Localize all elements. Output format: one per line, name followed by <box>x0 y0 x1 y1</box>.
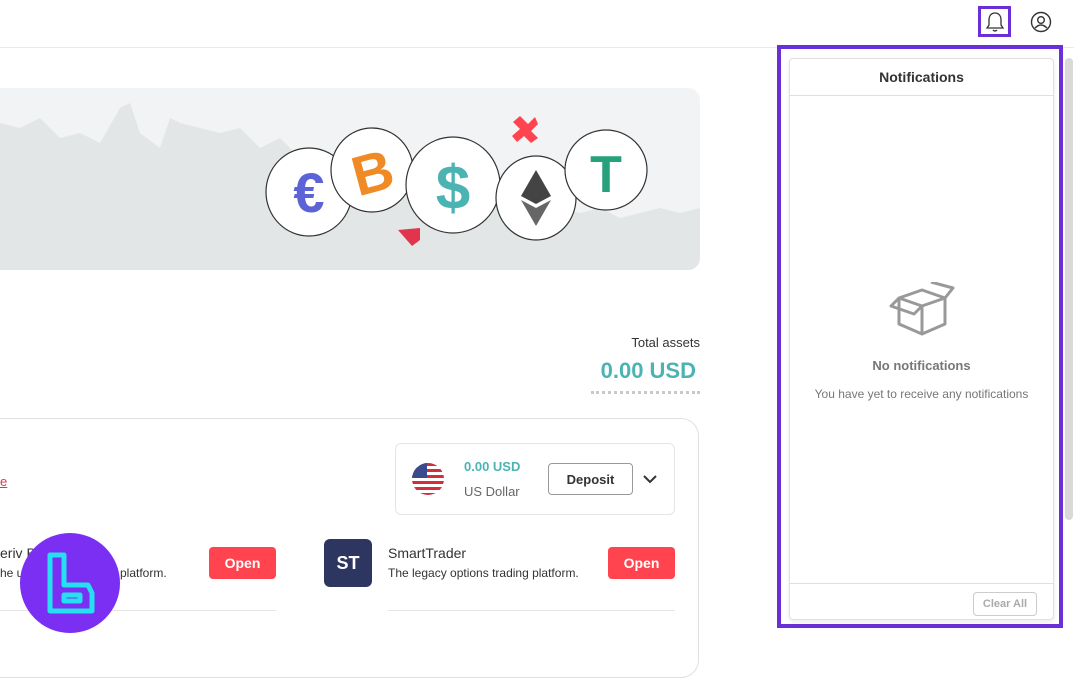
ethereum-coin-icon <box>495 155 577 241</box>
hero-banner: € B $ T <box>0 88 700 270</box>
watermark-logo <box>20 533 120 633</box>
row-divider-2 <box>388 610 675 611</box>
red-cross-shape <box>512 116 538 143</box>
notifications-panel: Notifications No notifications You have … <box>789 58 1054 620</box>
open-button-2[interactable]: Open <box>608 547 675 579</box>
bitcoin-coin-icon: B <box>330 127 414 213</box>
total-assets-underline <box>591 390 700 394</box>
platform-desc-1-tail: platform. <box>120 566 167 580</box>
no-notifications-subtitle: You have yet to receive any notification… <box>814 387 1029 401</box>
notifications-title: Notifications <box>790 59 1053 96</box>
account-link[interactable]: e <box>0 474 7 489</box>
notifications-button[interactable] <box>978 6 1011 37</box>
hero-illustration: € B $ T <box>0 103 700 270</box>
account-selector[interactable]: 0.00 USD US Dollar Deposit <box>395 443 675 515</box>
clear-all-button[interactable]: Clear All <box>973 592 1037 616</box>
platform-name-2: SmartTrader <box>388 545 467 561</box>
smarttrader-logo: ST <box>324 539 372 587</box>
total-assets-label: Total assets <box>631 335 700 350</box>
platform-desc-2: The legacy options trading platform. <box>388 566 579 580</box>
dollar-coin-icon: $ <box>405 136 501 234</box>
no-notifications-title: No notifications <box>872 358 971 373</box>
bell-icon <box>985 11 1004 32</box>
top-bar <box>0 0 1074 48</box>
deposit-button[interactable]: Deposit <box>548 463 633 495</box>
chevron-down-icon[interactable] <box>641 470 659 488</box>
notifications-footer: Clear All <box>790 583 1053 620</box>
open-button-1[interactable]: Open <box>209 547 276 579</box>
svg-text:T: T <box>590 146 622 204</box>
page-scrollbar[interactable] <box>1065 58 1073 520</box>
empty-box-icon <box>889 282 955 336</box>
total-assets-value: 0.00 USD <box>600 358 696 383</box>
user-circle-icon[interactable] <box>1030 11 1052 33</box>
us-flag-icon <box>412 463 444 495</box>
account-currency: US Dollar <box>464 484 520 499</box>
tether-coin-icon: T <box>564 129 648 211</box>
svg-text:$: $ <box>436 154 470 223</box>
account-balance: 0.00 USD <box>464 459 521 474</box>
svg-text:€: € <box>293 161 324 224</box>
